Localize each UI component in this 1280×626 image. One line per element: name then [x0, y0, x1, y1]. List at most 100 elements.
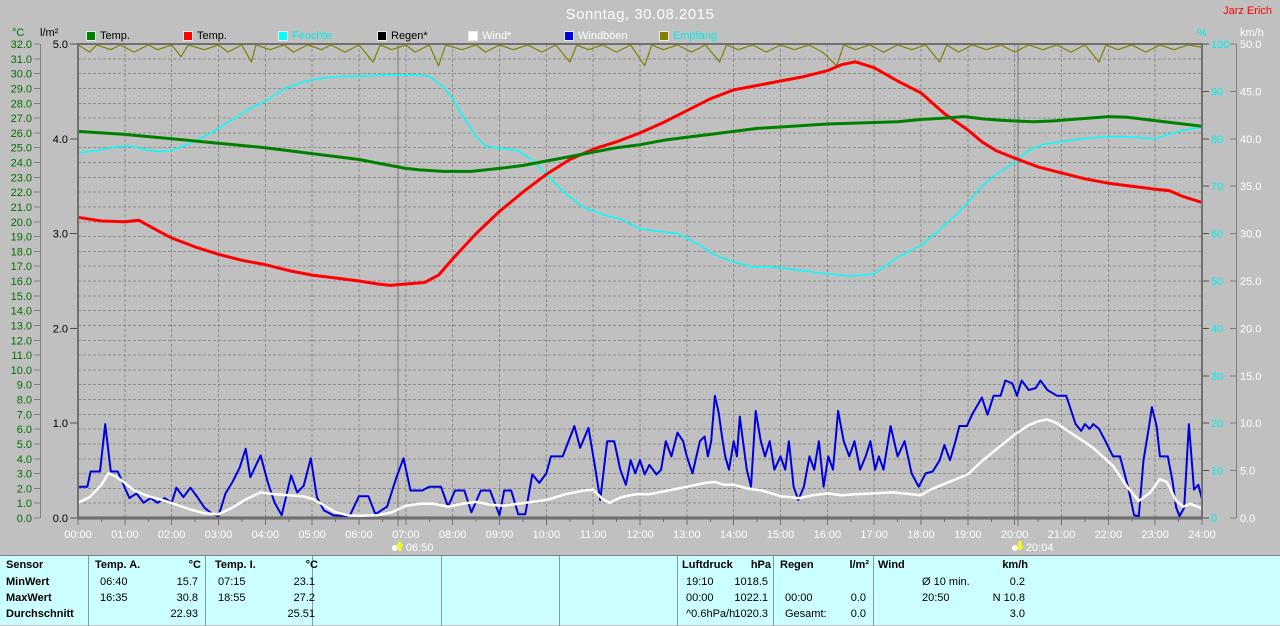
hour-tick-label: 18:00: [907, 529, 935, 541]
celsius-tick-label: 23.0: [11, 172, 32, 184]
hour-tick-label: 19:00: [954, 529, 982, 541]
celsius-tick-label: 2.0: [17, 483, 32, 495]
wind-tick-label: 40.0: [1240, 134, 1261, 146]
table-value-cell: 0.2: [1009, 576, 1025, 588]
celsius-tick-label: 0.0: [17, 513, 32, 525]
hour-tick-label: 06:00: [345, 529, 373, 541]
celsius-tick-label: 7.0: [17, 409, 32, 421]
celsius-tick-label: 11.0: [11, 350, 32, 362]
table-row-label: Sensor: [6, 559, 44, 571]
humidity-tick-label: 70: [1211, 181, 1223, 193]
celsius-tick-label: 18.0: [11, 246, 32, 258]
humidity-tick-label: 20: [1211, 418, 1223, 430]
hour-tick-label: 21:00: [1048, 529, 1076, 541]
celsius-tick-label: 27.0: [11, 113, 32, 125]
celsius-tick-label: 12.0: [11, 335, 32, 347]
hour-tick-label: 02:00: [158, 529, 186, 541]
table-value-cell: N 10.8: [992, 592, 1025, 604]
table-value-cell: 27.2: [293, 592, 315, 604]
rain-tick-label: 2.0: [53, 323, 68, 335]
celsius-tick-label: 8.0: [17, 395, 32, 407]
table-divider: [873, 556, 874, 626]
humidity-tick-label: 100: [1211, 39, 1229, 51]
humidity-tick-label: 0: [1211, 513, 1217, 525]
wind-tick-label: 45.0: [1240, 86, 1261, 98]
hour-tick-label: 16:00: [814, 529, 842, 541]
rain-tick-label: 0.0: [53, 513, 68, 525]
wind-tick-label: 10.0: [1240, 418, 1261, 430]
humidity-tick-label: 10: [1211, 466, 1223, 478]
hour-tick-label: 23:00: [1141, 529, 1169, 541]
hour-tick-label: 04:00: [252, 529, 280, 541]
table-row-label: MinWert: [6, 576, 50, 588]
table-group-unit: °C: [305, 559, 318, 571]
sunset-icon: [1011, 545, 1018, 551]
celsius-tick-label: 6.0: [17, 424, 32, 436]
rain-tick-label: 5.0: [53, 39, 68, 51]
hour-tick-label: 11:00: [580, 529, 607, 541]
weather-day-chart-app: { "window": { "title": "Sonntag, 30.08.2…: [0, 0, 1280, 626]
celsius-tick-label: 10.0: [11, 365, 32, 377]
table-value-cell: 30.8: [176, 592, 198, 604]
hour-tick-label: 03:00: [205, 529, 233, 541]
hour-tick-label: 00:00: [64, 529, 92, 541]
celsius-tick-label: 32.0: [11, 39, 32, 51]
hour-tick-label: 09:00: [486, 529, 514, 541]
celsius-tick-label: 5.0: [17, 439, 32, 451]
table-divider: [559, 556, 560, 626]
hour-tick-label: 05:00: [298, 529, 326, 541]
hour-tick-label: 14:00: [720, 529, 748, 541]
table-row-label: MaxWert: [6, 592, 52, 604]
hour-tick-label: 13:00: [673, 529, 701, 541]
table-value-cell: 0.0: [850, 592, 866, 604]
table-group-unit: °C: [188, 559, 201, 571]
hour-tick-label: 24:00: [1188, 529, 1216, 541]
hour-tick-label: 08:00: [439, 529, 467, 541]
celsius-tick-label: 30.0: [11, 69, 32, 81]
celsius-tick-label: 21.0: [11, 202, 32, 214]
celsius-tick-label: 19.0: [11, 232, 32, 244]
humidity-tick-label: 30: [1211, 371, 1223, 383]
wind-tick-label: 35.0: [1240, 181, 1261, 193]
table-value-cell: 23.1: [293, 576, 315, 588]
celsius-tick-label: 24.0: [11, 158, 32, 170]
hour-tick-label: 17:00: [860, 529, 888, 541]
hour-tick-label: 07:00: [392, 529, 420, 541]
table-value-cell: 22.93: [170, 608, 198, 620]
rain-tick-label: 1.0: [53, 418, 68, 430]
celsius-tick-label: 20.0: [11, 217, 32, 229]
humidity-tick-label: 60: [1211, 229, 1223, 241]
celsius-tick-label: 9.0: [17, 380, 32, 392]
celsius-tick-label: 13.0: [11, 320, 32, 332]
celsius-tick-label: 26.0: [11, 128, 32, 140]
celsius-tick-label: 31.0: [11, 54, 32, 66]
rain-tick-label: 4.0: [53, 134, 68, 146]
celsius-tick-label: 29.0: [11, 83, 32, 95]
chart: 06:50 20:04 32.0 31.0 30.0 29.0 28.0 27.0 26.0 25…: [11, 39, 1262, 554]
table-value-cell: 1018.5: [734, 576, 768, 588]
hour-tick-label: 20:00: [1001, 529, 1029, 541]
hour-tick-label: 15:00: [767, 529, 795, 541]
table-value-cell: 15.7: [176, 576, 198, 588]
celsius-tick-label: 28.0: [11, 98, 32, 110]
celsius-tick-label: 3.0: [17, 469, 32, 481]
humidity-tick-label: 40: [1211, 323, 1223, 335]
table-divider: [441, 556, 442, 626]
wind-tick-label: 15.0: [1240, 371, 1261, 383]
hour-tick-label: 22:00: [1095, 529, 1123, 541]
celsius-tick-label: 14.0: [11, 306, 32, 318]
wind-tick-label: 25.0: [1240, 276, 1261, 288]
table-group-name: Wind: [878, 559, 905, 571]
wind-tick-label: 20.0: [1240, 323, 1261, 335]
stats-table: Sensor MinWert MaxWert Durchschnitt Temp. A.…: [0, 555, 1280, 626]
celsius-tick-label: 25.0: [11, 143, 32, 155]
celsius-tick-label: 22.0: [11, 187, 32, 199]
humidity-tick-label: 80: [1211, 134, 1223, 146]
hour-tick-label: 01:00: [111, 529, 139, 541]
wind-tick-label: 5.0: [1240, 466, 1255, 478]
table-value-cell: 3.0: [1009, 608, 1025, 620]
celsius-tick-label: 4.0: [17, 454, 32, 466]
table-value-cell: 0.0: [850, 608, 866, 620]
celsius-tick-label: 1.0: [17, 498, 32, 510]
sunset-time-label: 20:04: [1026, 542, 1054, 554]
